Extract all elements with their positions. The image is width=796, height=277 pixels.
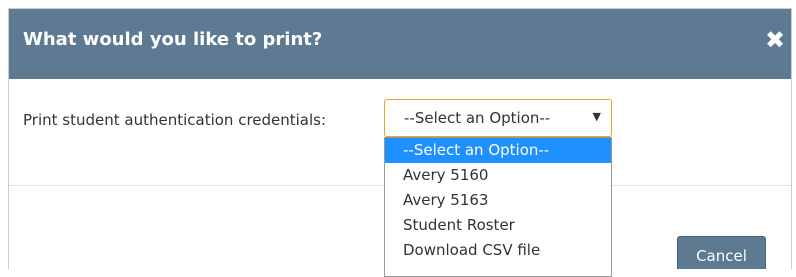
dropdown-option-avery-5160[interactable]: Avery 5160 — [385, 163, 611, 188]
dropdown-option-select[interactable]: --Select an Option-- — [385, 138, 611, 163]
close-icon[interactable]: ✖ — [763, 26, 787, 54]
cancel-button[interactable]: Cancel — [677, 236, 766, 269]
print-option-dropdown: --Select an Option-- Avery 5160 Avery 51… — [384, 137, 612, 277]
dialog-title: What would you like to print? — [23, 29, 323, 50]
dropdown-option-student-roster[interactable]: Student Roster — [385, 213, 611, 238]
chevron-down-icon: ▼ — [592, 110, 601, 123]
select-current-value: --Select an Option-- — [404, 109, 551, 127]
print-credentials-label: Print student authentication credentials… — [23, 111, 327, 129]
dropdown-option-download-csv[interactable]: Download CSV file — [385, 238, 611, 263]
print-option-select[interactable]: --Select an Option-- ▼ — [384, 99, 612, 137]
dialog-header: What would you like to print? ✖ — [9, 9, 791, 79]
dropdown-option-avery-5163[interactable]: Avery 5163 — [385, 188, 611, 213]
